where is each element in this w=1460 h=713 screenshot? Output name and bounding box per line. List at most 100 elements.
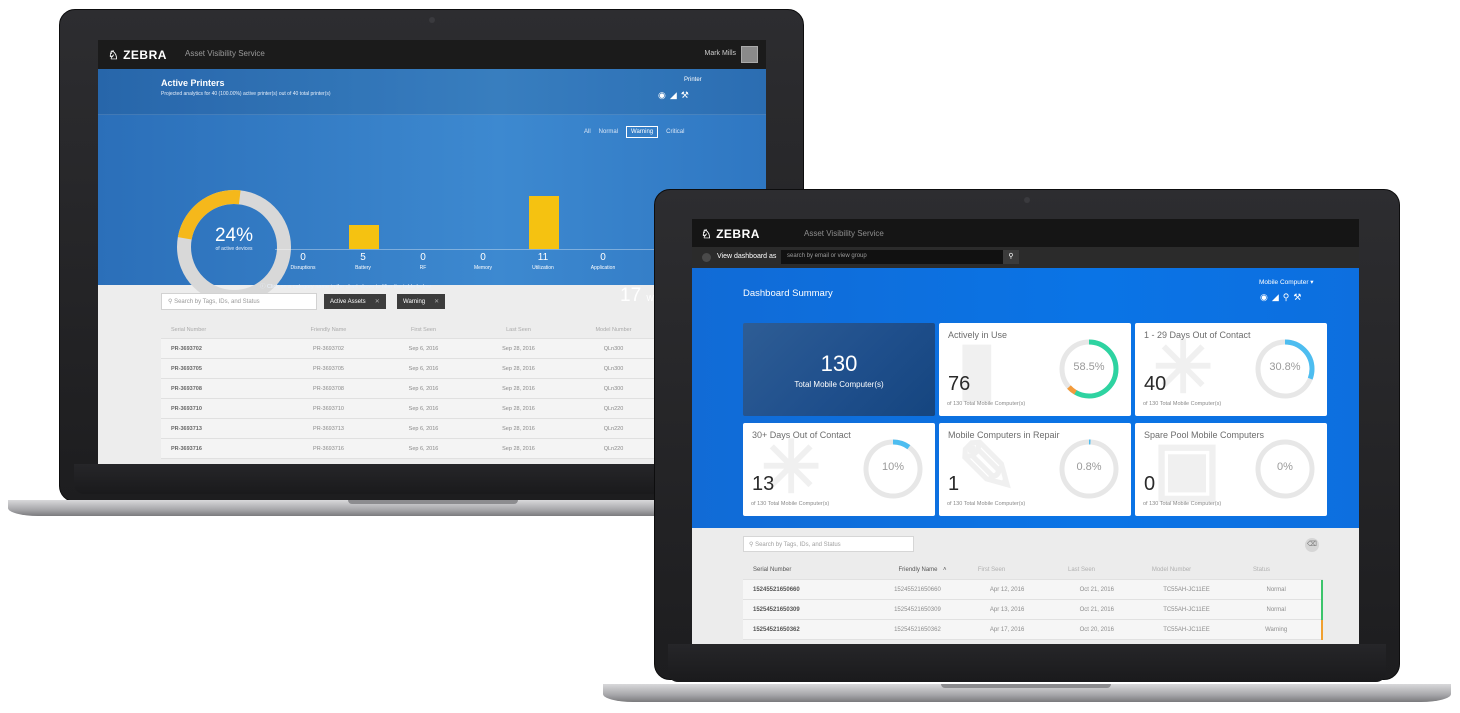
column-header[interactable]: First Seen (376, 327, 471, 333)
search-icon[interactable]: ⚲ (1003, 250, 1019, 264)
column-header[interactable]: Model Number (1127, 567, 1217, 573)
category-disruptions[interactable]: 0 Disruptions (273, 252, 333, 271)
status-stripe (1321, 579, 1324, 600)
table-cell: Normal (1266, 586, 1286, 593)
card-subtitle: of 130 Total Mobile Computer(s) (947, 401, 1026, 407)
card-percent: 10% (881, 461, 905, 473)
category-rf[interactable]: 0 RF (393, 252, 453, 271)
app-name: Asset Visibility Service (185, 49, 265, 58)
table-cell: PR-3693710 (313, 405, 344, 412)
column-header[interactable]: Friendly Name (281, 327, 376, 333)
search-input[interactable]: ⚲ Search by Tags, IDs, and Status (743, 536, 914, 552)
column-header[interactable]: First Seen (947, 567, 1037, 573)
dashboard-icon[interactable]: ◉ (658, 90, 670, 100)
page-title: Dashboard Summary (743, 288, 833, 299)
wrench-icon[interactable]: ⚒ (681, 90, 693, 100)
status-stripe (1321, 619, 1324, 640)
category-name[interactable]: RF (393, 265, 453, 271)
category-value: 0 (600, 252, 606, 263)
chip-warning[interactable]: Warning ✕ (397, 294, 446, 309)
category-battery[interactable]: 5 Battery (333, 252, 393, 271)
table-cell: PR-3693705 (313, 365, 344, 372)
card-percent: 58.5% (1073, 361, 1105, 373)
table-cell: PR-3693710 (171, 405, 202, 412)
trash-icon[interactable]: ⌫ (1305, 538, 1319, 552)
wrench-icon[interactable]: ⚒ (1293, 292, 1305, 302)
filter-normal[interactable]: Normal (599, 129, 618, 135)
top-bar: ♘ ZEBRA Asset Visibility Service Mark Mi… (98, 40, 766, 69)
filter-warning[interactable]: Warning (626, 126, 659, 138)
zebra-logo[interactable]: ♘ ZEBRA (701, 227, 760, 241)
close-icon[interactable]: ✕ (375, 299, 380, 305)
table-cell: QLn300 (603, 365, 624, 372)
table-cell: Sep 28, 2016 (502, 345, 535, 352)
category-name[interactable]: Disruptions (273, 265, 333, 271)
table-cell: Sep 28, 2016 (502, 365, 535, 372)
table-cell: 15245521650660 (894, 586, 941, 593)
table-cell: 15254521650309 (894, 606, 941, 613)
category-name[interactable]: Battery (333, 265, 393, 271)
category-value: 0 (480, 252, 486, 263)
table-row[interactable]: 15245521650660 15245521650660 Apr 12, 2016… (743, 579, 1324, 600)
category-utilization[interactable]: 11 Utilization (513, 252, 573, 271)
category-name[interactable]: Memory (453, 265, 513, 271)
table-cell: Oct 20, 2016 (1079, 626, 1114, 633)
user-name[interactable]: Mark Mills (705, 50, 737, 57)
table-cell: Normal (1266, 606, 1286, 613)
signal-icon[interactable]: ◢ (1272, 292, 1283, 302)
table-cell: Sep 6, 2016 (408, 425, 439, 432)
location-icon[interactable]: ⚲ (1283, 292, 1294, 302)
table-row[interactable]: 15254521650309 15254521650309 Apr 13, 2016… (743, 599, 1324, 620)
view-icons: ◉◢⚒ (658, 90, 693, 101)
card-value: 76 (948, 373, 971, 395)
card-title: 1 - 29 Days Out of Contact (1144, 330, 1251, 340)
filter-all[interactable]: All (584, 129, 591, 135)
table-cell: QLn220 (603, 425, 624, 432)
category-application[interactable]: 0 Application (573, 252, 633, 271)
zebra-logo[interactable]: ♘ ZEBRA (108, 48, 167, 62)
card-percent: 0% (1277, 461, 1293, 473)
total-card[interactable]: 130 Total Mobile Computer(s) (743, 323, 935, 416)
donut-percent: 24% (214, 225, 254, 246)
table-row[interactable]: 15254521650362 15254521650362 Apr 17, 2016… (743, 619, 1324, 640)
search-input[interactable]: ⚲ Search by Tags, IDs, and Status (161, 293, 317, 310)
view-as-input[interactable]: search by email or view group (781, 250, 1003, 264)
card-title: Spare Pool Mobile Computers (1144, 430, 1265, 440)
chip-active-assets[interactable]: Active Assets ✕ (324, 294, 386, 309)
category-name[interactable]: Application (573, 265, 633, 271)
view-as-bar: View dashboard as search by email or vie… (692, 247, 1359, 268)
table-cell: Sep 6, 2016 (408, 405, 439, 412)
table-cell: PR-3693716 (171, 445, 202, 452)
status-card[interactable]: ✳ 30+ Days Out of Contact 13 of 130 Total M… (743, 423, 935, 516)
device-type-label[interactable]: Printer (684, 77, 702, 83)
table-cell: Sep 28, 2016 (502, 405, 535, 412)
signal-icon[interactable]: ◢ (670, 90, 681, 100)
column-header[interactable]: Last Seen (1037, 567, 1127, 573)
column-header[interactable]: Serial Number (161, 327, 281, 333)
dashboard-icon[interactable]: ◉ (1260, 292, 1272, 302)
status-stripe (1321, 599, 1324, 620)
category-name[interactable]: Utilization (513, 265, 573, 271)
total-label: Total Mobile Computer(s) (794, 380, 884, 389)
status-card[interactable]: ✎ Mobile Computers in Repair 1 of 130 Total… (939, 423, 1131, 516)
card-value: 13 (752, 473, 775, 495)
column-header[interactable]: Status (1217, 567, 1307, 573)
column-header[interactable]: Last Seen (471, 327, 566, 333)
bar-utilization[interactable] (529, 196, 559, 249)
status-card[interactable]: ▮ Actively in Use 76 of 130 Total Mobile Co… (939, 323, 1131, 416)
device-table: Serial Number Friendly Name ˄ First Seen La… (743, 560, 1324, 640)
status-card[interactable]: ✳ 1 - 29 Days Out of Contact 40 of 130 Tota… (1135, 323, 1327, 416)
category-value: 0 (300, 252, 306, 263)
avatar[interactable] (741, 46, 758, 63)
column-header[interactable]: Serial Number (743, 567, 873, 573)
bar-battery[interactable] (349, 224, 379, 249)
close-icon[interactable]: ✕ (434, 299, 439, 305)
category-value: 0 (420, 252, 426, 263)
table-cell: 15254521650362 (894, 626, 941, 633)
category-memory[interactable]: 0 Memory (453, 252, 513, 271)
device-type-select[interactable]: Mobile Computer ▾ (1259, 278, 1314, 286)
status-card[interactable]: ▣ Spare Pool Mobile Computers 0 of 130 Tota… (1135, 423, 1327, 516)
filter-critical[interactable]: Critical (666, 129, 684, 135)
column-header[interactable]: Model Number (566, 327, 661, 333)
table-cell: Sep 28, 2016 (502, 425, 535, 432)
